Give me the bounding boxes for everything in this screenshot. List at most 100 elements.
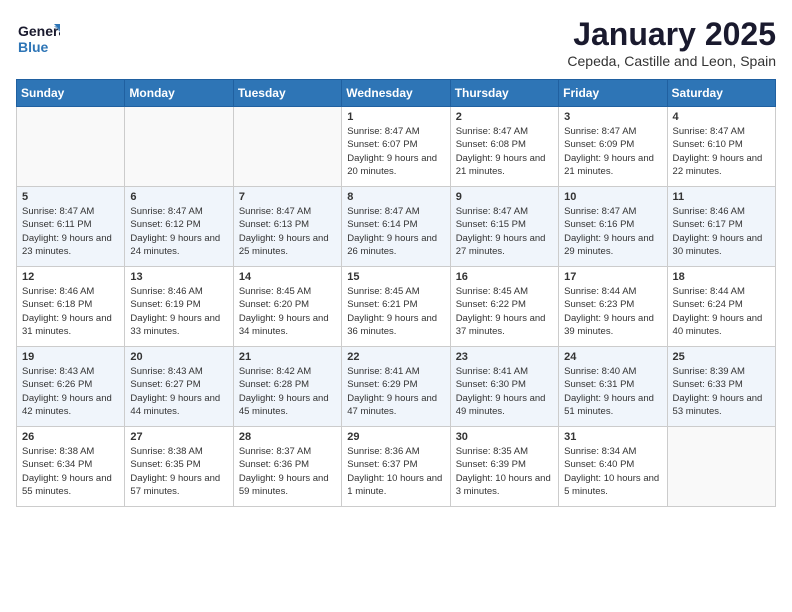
- sunrise-text: Sunrise: 8:39 AM: [673, 365, 770, 378]
- day-number: 24: [564, 351, 661, 363]
- day-info: Sunrise: 8:45 AMSunset: 6:22 PMDaylight:…: [456, 285, 553, 338]
- daylight-text: Daylight: 10 hours and 3 minutes.: [456, 472, 553, 499]
- day-info: Sunrise: 8:46 AMSunset: 6:17 PMDaylight:…: [673, 205, 770, 258]
- day-info: Sunrise: 8:46 AMSunset: 6:18 PMDaylight:…: [22, 285, 119, 338]
- sunset-text: Sunset: 6:30 PM: [456, 378, 553, 391]
- weekday-header-friday: Friday: [559, 80, 667, 107]
- sunset-text: Sunset: 6:40 PM: [564, 458, 661, 471]
- daylight-text: Daylight: 9 hours and 21 minutes.: [456, 152, 553, 179]
- daylight-text: Daylight: 9 hours and 51 minutes.: [564, 392, 661, 419]
- daylight-text: Daylight: 9 hours and 42 minutes.: [22, 392, 119, 419]
- day-info: Sunrise: 8:47 AMSunset: 6:15 PMDaylight:…: [456, 205, 553, 258]
- day-info: Sunrise: 8:47 AMSunset: 6:12 PMDaylight:…: [130, 205, 227, 258]
- page-header: General Blue January 2025 Cepeda, Castil…: [16, 16, 776, 69]
- sunrise-text: Sunrise: 8:40 AM: [564, 365, 661, 378]
- sunset-text: Sunset: 6:29 PM: [347, 378, 444, 391]
- day-number: 20: [130, 351, 227, 363]
- sunrise-text: Sunrise: 8:41 AM: [347, 365, 444, 378]
- sunset-text: Sunset: 6:23 PM: [564, 298, 661, 311]
- day-number: 25: [673, 351, 770, 363]
- sunset-text: Sunset: 6:26 PM: [22, 378, 119, 391]
- week-row-2: 5 Sunrise: 8:47 AMSunset: 6:11 PMDaylight…: [17, 187, 776, 267]
- day-info: Sunrise: 8:38 AMSunset: 6:35 PMDaylight:…: [130, 445, 227, 498]
- sunset-text: Sunset: 6:27 PM: [130, 378, 227, 391]
- day-cell: 26Sunrise: 8:38 AMSunset: 6:34 PMDayligh…: [17, 427, 125, 507]
- day-cell: 15Sunrise: 8:45 AMSunset: 6:21 PMDayligh…: [342, 267, 450, 347]
- daylight-text: Daylight: 9 hours and 59 minutes.: [239, 472, 336, 499]
- daylight-text: Daylight: 9 hours and 57 minutes.: [130, 472, 227, 499]
- day-cell: 23Sunrise: 8:41 AMSunset: 6:30 PMDayligh…: [450, 347, 558, 427]
- day-info: Sunrise: 8:44 AMSunset: 6:24 PMDaylight:…: [673, 285, 770, 338]
- sunrise-text: Sunrise: 8:47 AM: [673, 125, 770, 138]
- day-cell: 12Sunrise: 8:46 AMSunset: 6:18 PMDayligh…: [17, 267, 125, 347]
- sunset-text: Sunset: 6:24 PM: [673, 298, 770, 311]
- day-number: 8: [347, 191, 444, 203]
- day-number: 17: [564, 271, 661, 283]
- sunset-text: Sunset: 6:09 PM: [564, 138, 661, 151]
- sunset-text: Sunset: 6:11 PM: [22, 218, 119, 231]
- day-info: Sunrise: 8:43 AMSunset: 6:26 PMDaylight:…: [22, 365, 119, 418]
- daylight-text: Daylight: 9 hours and 40 minutes.: [673, 312, 770, 339]
- weekday-header-sunday: Sunday: [17, 80, 125, 107]
- day-info: Sunrise: 8:36 AMSunset: 6:37 PMDaylight:…: [347, 445, 444, 498]
- day-number: 15: [347, 271, 444, 283]
- sunrise-text: Sunrise: 8:47 AM: [130, 205, 227, 218]
- weekday-header-wednesday: Wednesday: [342, 80, 450, 107]
- day-info: Sunrise: 8:38 AMSunset: 6:34 PMDaylight:…: [22, 445, 119, 498]
- day-info: Sunrise: 8:47 AMSunset: 6:11 PMDaylight:…: [22, 205, 119, 258]
- day-info: Sunrise: 8:40 AMSunset: 6:31 PMDaylight:…: [564, 365, 661, 418]
- daylight-text: Daylight: 9 hours and 55 minutes.: [22, 472, 119, 499]
- sunset-text: Sunset: 6:39 PM: [456, 458, 553, 471]
- day-cell: 2Sunrise: 8:47 AMSunset: 6:08 PMDaylight…: [450, 107, 558, 187]
- sunrise-text: Sunrise: 8:46 AM: [22, 285, 119, 298]
- day-number: 16: [456, 271, 553, 283]
- sunset-text: Sunset: 6:35 PM: [130, 458, 227, 471]
- day-cell: 9Sunrise: 8:47 AMSunset: 6:15 PMDaylight…: [450, 187, 558, 267]
- sunset-text: Sunset: 6:18 PM: [22, 298, 119, 311]
- day-cell: 17 Sunrise: 8:44 AMSunset: 6:23 PMDayligh…: [559, 267, 667, 347]
- daylight-text: Daylight: 9 hours and 34 minutes.: [239, 312, 336, 339]
- day-info: Sunrise: 8:44 AMSunset: 6:23 PMDaylight:…: [564, 285, 661, 338]
- sunrise-text: Sunrise: 8:38 AM: [130, 445, 227, 458]
- day-info: Sunrise: 8:47 AMSunset: 6:16 PMDaylight:…: [564, 205, 661, 258]
- day-info: Sunrise: 8:37 AMSunset: 6:36 PMDaylight:…: [239, 445, 336, 498]
- sunrise-text: Sunrise: 8:35 AM: [456, 445, 553, 458]
- daylight-text: Daylight: 9 hours and 44 minutes.: [130, 392, 227, 419]
- day-number: 5: [22, 191, 119, 203]
- daylight-text: Daylight: 10 hours and 5 minutes.: [564, 472, 661, 499]
- day-cell: [667, 427, 775, 507]
- day-number: 22: [347, 351, 444, 363]
- day-info: Sunrise: 8:34 AMSunset: 6:40 PMDaylight:…: [564, 445, 661, 498]
- day-number: 30: [456, 431, 553, 443]
- sunset-text: Sunset: 6:08 PM: [456, 138, 553, 151]
- day-cell: 3Sunrise: 8:47 AMSunset: 6:09 PMDaylight…: [559, 107, 667, 187]
- day-cell: 20 Sunrise: 8:43 AMSunset: 6:27 PMDayligh…: [125, 347, 233, 427]
- sunset-text: Sunset: 6:07 PM: [347, 138, 444, 151]
- sunrise-text: Sunrise: 8:43 AM: [130, 365, 227, 378]
- day-info: Sunrise: 8:47 AMSunset: 6:09 PMDaylight:…: [564, 125, 661, 178]
- day-cell: 13Sunrise: 8:46 AMSunset: 6:19 PMDayligh…: [125, 267, 233, 347]
- sunrise-text: Sunrise: 8:47 AM: [22, 205, 119, 218]
- day-cell: [17, 107, 125, 187]
- day-info: Sunrise: 8:42 AMSunset: 6:28 PMDaylight:…: [239, 365, 336, 418]
- day-cell: 4Sunrise: 8:47 AMSunset: 6:10 PMDaylight…: [667, 107, 775, 187]
- day-cell: [125, 107, 233, 187]
- sunrise-text: Sunrise: 8:36 AM: [347, 445, 444, 458]
- day-number: 11: [673, 191, 770, 203]
- title-block: January 2025 Cepeda, Castille and Leon, …: [567, 16, 776, 69]
- day-info: Sunrise: 8:43 AMSunset: 6:27 PMDaylight:…: [130, 365, 227, 418]
- sunrise-text: Sunrise: 8:47 AM: [347, 205, 444, 218]
- day-cell: 19Sunrise: 8:43 AMSunset: 6:26 PMDayligh…: [17, 347, 125, 427]
- day-info: Sunrise: 8:39 AMSunset: 6:33 PMDaylight:…: [673, 365, 770, 418]
- sunrise-text: Sunrise: 8:41 AM: [456, 365, 553, 378]
- day-cell: 30 Sunrise: 8:35 AMSunset: 6:39 PMDayligh…: [450, 427, 558, 507]
- day-info: Sunrise: 8:47 AMSunset: 6:10 PMDaylight:…: [673, 125, 770, 178]
- day-number: 2: [456, 111, 553, 123]
- daylight-text: Daylight: 9 hours and 37 minutes.: [456, 312, 553, 339]
- day-cell: 14Sunrise: 8:45 AMSunset: 6:20 PMDayligh…: [233, 267, 341, 347]
- week-row-5: 26Sunrise: 8:38 AMSunset: 6:34 PMDayligh…: [17, 427, 776, 507]
- svg-text:General: General: [18, 23, 60, 39]
- day-cell: 11 Sunrise: 8:46 AMSunset: 6:17 PMDayligh…: [667, 187, 775, 267]
- day-info: Sunrise: 8:47 AMSunset: 6:13 PMDaylight:…: [239, 205, 336, 258]
- sunrise-text: Sunrise: 8:45 AM: [456, 285, 553, 298]
